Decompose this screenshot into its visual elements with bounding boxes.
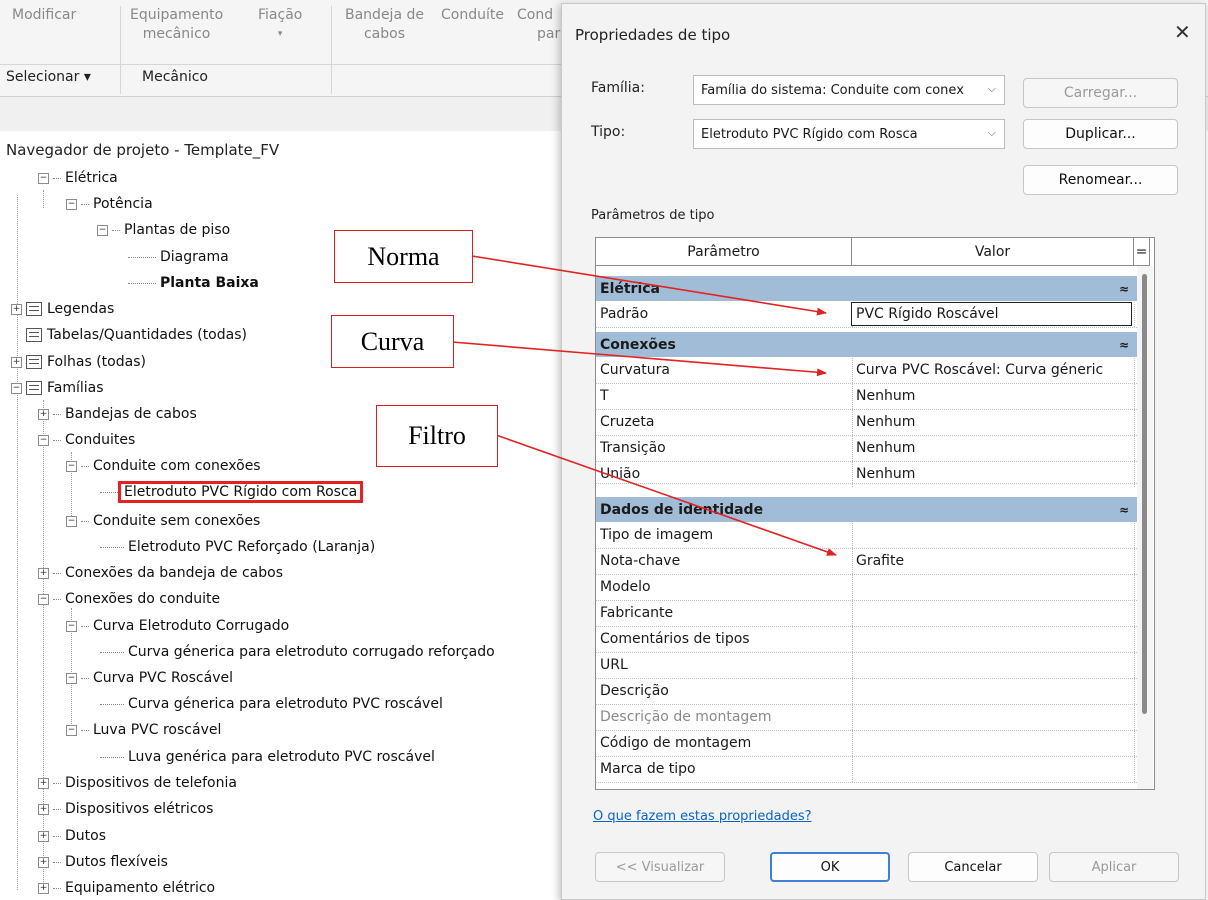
annotation-norma: Norma — [334, 230, 473, 283]
annotation-curva: Curva — [331, 315, 454, 368]
arrow-norma — [471, 255, 827, 316]
arrow-filtro — [495, 434, 837, 556]
annotation-filtro: Filtro — [376, 405, 498, 467]
arrow-curva — [451, 341, 827, 377]
annotation-arrows — [451, 255, 837, 556]
